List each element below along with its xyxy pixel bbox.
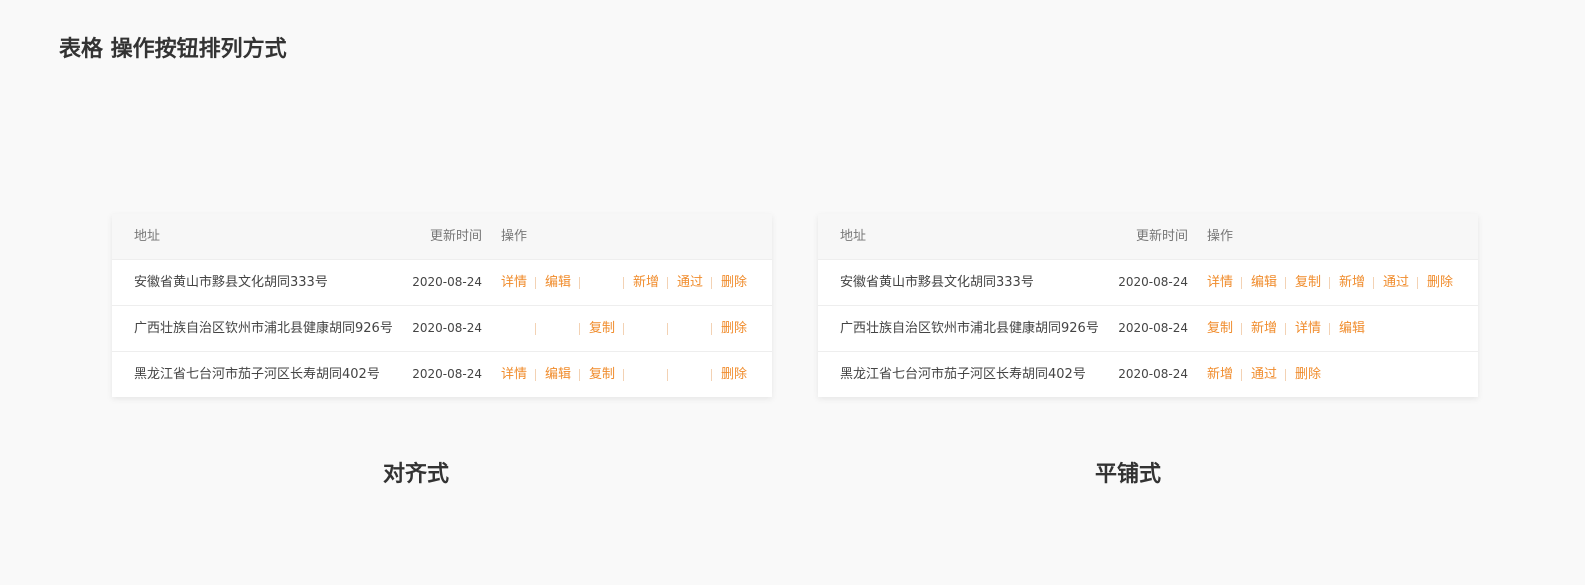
table-row: 黑龙江省七台河市茄子河区长寿胡同402号 2020-08-24 新增 通过 删除 bbox=[818, 352, 1478, 397]
address-cell: 黑龙江省七台河市茄子河区长寿胡同402号 bbox=[840, 367, 1086, 382]
action-link[interactable]: 通过 bbox=[1383, 260, 1409, 305]
action-link[interactable]: 编辑 bbox=[1251, 260, 1277, 305]
action-divider bbox=[1241, 323, 1242, 335]
page-title: 表格 操作按钮排列方式 bbox=[59, 37, 287, 62]
action-link[interactable]: 新增 bbox=[633, 260, 659, 305]
action-divider bbox=[623, 277, 624, 289]
action-divider bbox=[535, 323, 536, 335]
action-divider bbox=[711, 369, 712, 381]
address-cell: 黑龙江省七台河市茄子河区长寿胡同402号 bbox=[134, 367, 380, 382]
action-divider bbox=[1417, 277, 1418, 289]
action-divider bbox=[579, 323, 580, 335]
column-header-updated: 更新时间 bbox=[1135, 229, 1188, 244]
action-link[interactable]: 删除 bbox=[1295, 352, 1321, 397]
action-divider bbox=[1329, 277, 1330, 289]
address-cell: 广西壮族自治区钦州市浦北县健康胡同926号 bbox=[840, 321, 1099, 336]
address-cell: 安徽省黄山市黟县文化胡同333号 bbox=[134, 275, 328, 290]
column-header-actions: 操作 bbox=[501, 229, 528, 244]
action-link[interactable]: 删除 bbox=[721, 260, 747, 305]
date-cell: 2020-08-24 bbox=[412, 321, 482, 335]
action-divider bbox=[1329, 323, 1330, 335]
column-header-actions: 操作 bbox=[1207, 229, 1234, 244]
action-divider bbox=[623, 369, 624, 381]
action-divider bbox=[711, 277, 712, 289]
action-divider bbox=[667, 369, 668, 381]
action-link[interactable]: 复制 bbox=[589, 352, 615, 397]
action-link[interactable]: 复制 bbox=[1207, 306, 1233, 351]
table-row: 黑龙江省七台河市茄子河区长寿胡同402号 2020-08-24 详情 编辑 复制 删除 bbox=[112, 352, 772, 397]
action-divider bbox=[535, 277, 536, 289]
action-link[interactable]: 删除 bbox=[721, 352, 747, 397]
action-link[interactable]: 删除 bbox=[1427, 260, 1453, 305]
table-row: 安徽省黄山市黟县文化胡同333号 2020-08-24 详情 编辑 新增 通过 删除 bbox=[112, 260, 772, 306]
action-divider bbox=[623, 323, 624, 335]
action-divider bbox=[667, 277, 668, 289]
action-link[interactable]: 详情 bbox=[501, 260, 527, 305]
date-cell: 2020-08-24 bbox=[1118, 275, 1188, 289]
action-link[interactable]: 复制 bbox=[1295, 260, 1321, 305]
address-cell: 安徽省黄山市黟县文化胡同333号 bbox=[840, 275, 1034, 290]
table-row: 广西壮族自治区钦州市浦北县健康胡同926号 2020-08-24 复制 新增 详情 编辑 bbox=[818, 306, 1478, 352]
column-header-address: 地址 bbox=[134, 229, 161, 244]
action-link[interactable]: 通过 bbox=[677, 260, 703, 305]
action-divider bbox=[579, 277, 580, 289]
action-link[interactable]: 删除 bbox=[721, 306, 747, 351]
action-link[interactable]: 编辑 bbox=[545, 352, 571, 397]
table-row: 广西壮族自治区钦州市浦北县健康胡同926号 2020-08-24 复制 删除 bbox=[112, 306, 772, 352]
column-header-address: 地址 bbox=[840, 229, 867, 244]
action-divider bbox=[711, 323, 712, 335]
action-link[interactable]: 通过 bbox=[1251, 352, 1277, 397]
action-link[interactable]: 编辑 bbox=[1339, 306, 1365, 351]
action-link[interactable]: 详情 bbox=[1295, 306, 1321, 351]
aligned-table-body: 安徽省黄山市黟县文化胡同333号 2020-08-24 详情 编辑 新增 通过 删除 广西壮族… bbox=[112, 260, 772, 397]
table-header: 地址 更新时间 操作 bbox=[112, 214, 772, 260]
tiled-table-body: 安徽省黄山市黟县文化胡同333号 2020-08-24 详情 编辑 复制 新增 通过 删除 广西… bbox=[818, 260, 1478, 397]
date-cell: 2020-08-24 bbox=[412, 275, 482, 289]
action-divider bbox=[1285, 277, 1286, 289]
action-divider bbox=[1373, 277, 1374, 289]
date-cell: 2020-08-24 bbox=[1118, 321, 1188, 335]
action-divider bbox=[535, 369, 536, 381]
action-link[interactable]: 编辑 bbox=[545, 260, 571, 305]
date-cell: 2020-08-24 bbox=[412, 367, 482, 381]
action-divider bbox=[1285, 323, 1286, 335]
aligned-caption: 对齐式 bbox=[382, 462, 449, 487]
action-divider bbox=[667, 323, 668, 335]
action-link[interactable]: 新增 bbox=[1207, 352, 1233, 397]
address-cell: 广西壮族自治区钦州市浦北县健康胡同926号 bbox=[134, 321, 393, 336]
action-divider bbox=[1241, 369, 1242, 381]
aligned-table: 地址 更新时间 操作 安徽省黄山市黟县文化胡同333号 2020-08-24 详情编… bbox=[112, 214, 772, 397]
action-link[interactable]: 详情 bbox=[1207, 260, 1233, 305]
action-link[interactable]: 新增 bbox=[1339, 260, 1365, 305]
action-link[interactable]: 新增 bbox=[1251, 306, 1277, 351]
table-header: 地址 更新时间 操作 bbox=[818, 214, 1478, 260]
action-divider bbox=[1241, 277, 1242, 289]
date-cell: 2020-08-24 bbox=[1118, 367, 1188, 381]
column-header-updated: 更新时间 bbox=[429, 229, 482, 244]
action-link[interactable]: 详情 bbox=[501, 352, 527, 397]
action-link[interactable]: 复制 bbox=[589, 306, 615, 351]
tiled-caption: 平铺式 bbox=[1094, 462, 1161, 487]
action-divider bbox=[579, 369, 580, 381]
tiled-table: 地址 更新时间 操作 安徽省黄山市黟县文化胡同333号 2020-08-24 详情编… bbox=[818, 214, 1478, 397]
action-divider bbox=[1285, 369, 1286, 381]
table-row: 安徽省黄山市黟县文化胡同333号 2020-08-24 详情 编辑 复制 新增 通过 删除 bbox=[818, 260, 1478, 306]
